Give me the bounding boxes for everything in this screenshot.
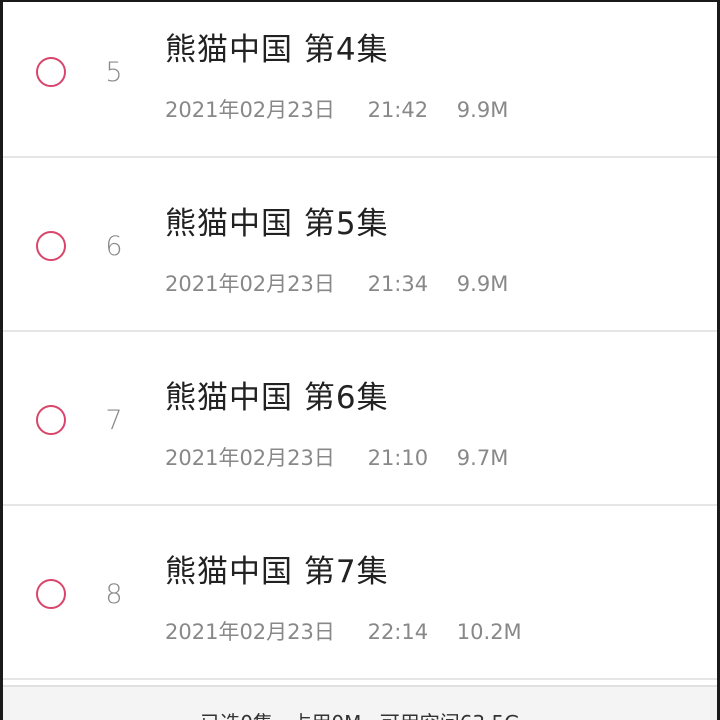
episode-date: 2021年02月23日 <box>165 446 335 470</box>
episode-meta: 2021年02月23日 21:42 9.9M <box>165 94 508 124</box>
episode-time: 21:42 <box>367 98 429 122</box>
episode-date: 2021年02月23日 <box>165 98 335 122</box>
episode-meta: 2021年02月23日 21:10 9.7M <box>165 442 508 472</box>
selected-count: 已选0集 <box>200 711 273 720</box>
episode-row[interactable]: 6 熊猫中国 第5集 2021年02月23日 21:34 9.9M <box>3 158 717 332</box>
episode-title: 熊猫中国 第6集 <box>165 380 389 416</box>
episode-row[interactable]: 7 熊猫中国 第6集 2021年02月23日 21:10 9.7M <box>3 332 717 506</box>
storage-status-bar: 已选0集 占用0M 可用空间63.5G <box>3 685 717 720</box>
episode-title: 熊猫中国 第5集 <box>165 206 389 242</box>
episode-date: 2021年02月23日 <box>165 620 335 644</box>
episode-index: 5 <box>105 57 123 88</box>
select-radio-icon[interactable] <box>36 579 66 609</box>
episode-list: 5 熊猫中国 第4集 2021年02月23日 21:42 9.9M 6 熊猫中国… <box>3 2 717 680</box>
episode-size: 9.9M <box>456 98 509 122</box>
select-radio-icon[interactable] <box>36 57 66 87</box>
episode-time: 22:14 <box>367 620 429 644</box>
episode-index: 8 <box>105 579 123 610</box>
episode-size: 10.2M <box>456 620 522 644</box>
episode-size: 9.9M <box>456 272 509 296</box>
episode-size: 9.7M <box>456 446 509 470</box>
used-space: 占用0M <box>291 711 361 720</box>
episode-index: 7 <box>105 405 123 436</box>
download-episode-screen: 5 熊猫中国 第4集 2021年02月23日 21:42 9.9M 6 熊猫中国… <box>0 0 720 720</box>
episode-row[interactable]: 5 熊猫中国 第4集 2021年02月23日 21:42 9.9M <box>3 2 717 158</box>
episode-index: 6 <box>105 231 123 262</box>
episode-row[interactable]: 8 熊猫中国 第7集 2021年02月23日 22:14 10.2M <box>3 506 717 680</box>
episode-title: 熊猫中国 第4集 <box>165 32 389 68</box>
select-radio-icon[interactable] <box>36 231 66 261</box>
episode-time: 21:10 <box>367 446 429 470</box>
episode-date: 2021年02月23日 <box>165 272 335 296</box>
episode-meta: 2021年02月23日 22:14 10.2M <box>165 616 522 646</box>
episode-title: 熊猫中国 第7集 <box>165 554 389 590</box>
episode-time: 21:34 <box>367 272 429 296</box>
episode-meta: 2021年02月23日 21:34 9.9M <box>165 268 508 298</box>
available-space: 可用空间63.5G <box>380 711 520 720</box>
select-radio-icon[interactable] <box>36 405 66 435</box>
